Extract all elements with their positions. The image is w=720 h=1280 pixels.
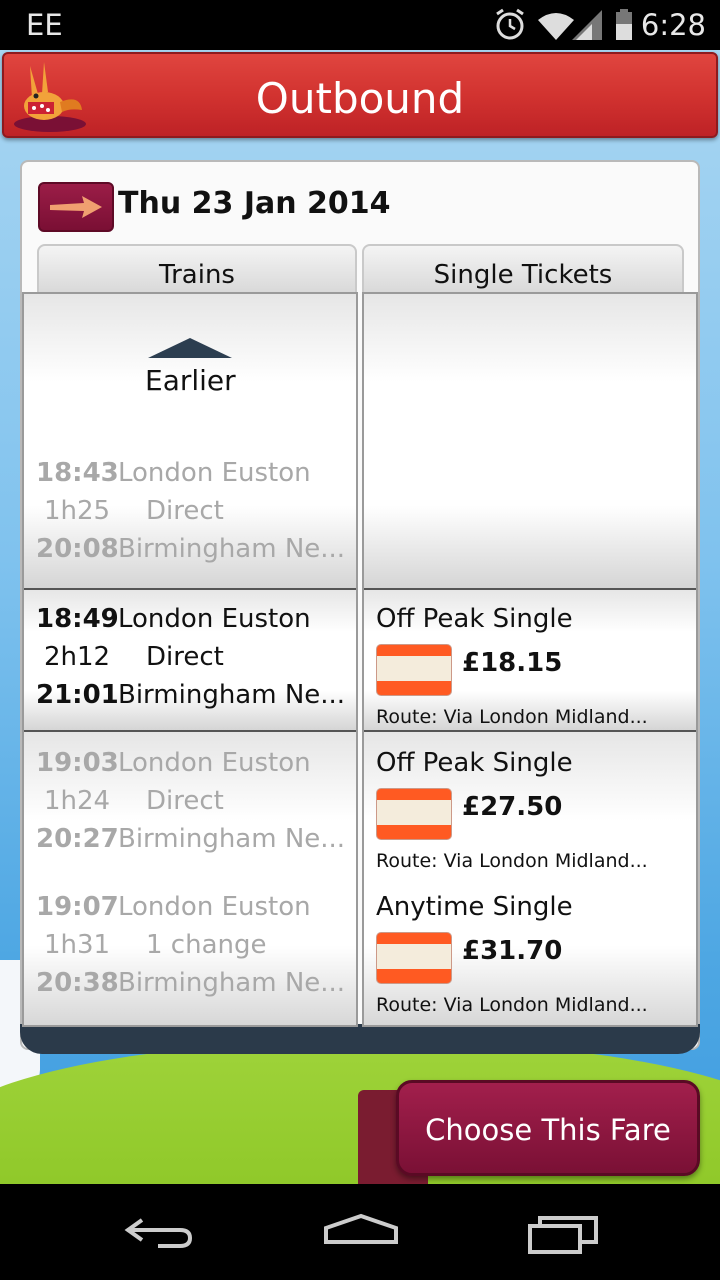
navigation-bar [0, 1184, 720, 1280]
arrive-time: 21:01 [36, 680, 119, 710]
depart-station: London Euston [118, 458, 311, 488]
signal-icon [572, 10, 602, 40]
page-title: Outbound [255, 74, 465, 123]
empty-fare-cell [364, 294, 696, 590]
trains-list[interactable]: Earlier 18:43 London Euston 1h25 Direct 20… [22, 292, 358, 1027]
panel-base [20, 1024, 700, 1054]
depart-station: London Euston [118, 748, 311, 778]
ticket-icon [376, 932, 452, 984]
ticket-icon [376, 788, 452, 840]
depart-time: 19:07 [36, 892, 119, 922]
arrive-time: 20:08 [36, 534, 119, 564]
title-bar: Outbound [2, 52, 718, 138]
battery-icon [616, 9, 632, 40]
home-icon[interactable] [316, 1204, 406, 1260]
duration: 1h24 [43, 786, 111, 816]
chevron-up-icon [148, 338, 232, 358]
duration: 2h12 [43, 642, 111, 672]
arrive-time: 20:38 [36, 968, 119, 998]
changes: Direct [146, 642, 224, 672]
alarm-icon [496, 8, 524, 40]
depart-station: London Euston [118, 892, 311, 922]
tab-trains-label: Trains [159, 260, 235, 290]
ticket-icon [376, 644, 452, 696]
fare-route: Route: Via London Midland... [376, 706, 648, 728]
arrive-station: Birmingham Ne... [118, 824, 346, 854]
status-icons [496, 8, 632, 40]
fare-cell-selected[interactable]: Off Peak Single £18.15 Route: Via London… [364, 590, 696, 732]
fare-price: £31.70 [462, 936, 563, 966]
arrive-station: Birmingham Ne... [118, 968, 346, 998]
arrive-station: Birmingham Ne... [118, 680, 346, 710]
status-bar: EE 6:28 [0, 0, 720, 50]
changes: 1 change [146, 930, 267, 960]
duration: 1h25 [43, 496, 111, 526]
earlier-button[interactable]: Earlier [24, 364, 356, 397]
duration: 1h31 [43, 930, 111, 960]
tab-trains[interactable]: Trains [37, 244, 357, 294]
changes: Direct [146, 496, 224, 526]
depart-time: 19:03 [36, 748, 119, 778]
tab-single-tickets[interactable]: Single Tickets [362, 244, 684, 294]
fare-group: Off Peak Single £27.50 Route: Via London… [364, 732, 696, 1025]
depart-time: 18:43 [36, 458, 119, 488]
depart-station: London Euston [118, 604, 311, 634]
clock: 6:28 [640, 8, 706, 42]
fare-route: Route: Via London Midland... [376, 994, 648, 1016]
earlier-cell[interactable]: Earlier 18:43 London Euston 1h25 Direct 20… [24, 294, 356, 590]
fare-name: Anytime Single [376, 892, 573, 922]
travel-date: Thu 23 Jan 2014 [118, 186, 391, 221]
fare-route: Route: Via London Midland... [376, 850, 648, 872]
arrow-right-icon [50, 196, 102, 218]
wifi-icon [538, 13, 574, 40]
choose-fare-button[interactable]: Choose This Fare [396, 1080, 700, 1176]
tab-tickets-label: Single Tickets [433, 260, 613, 290]
depart-time: 18:49 [36, 604, 119, 634]
tickets-list[interactable]: Off Peak Single £18.15 Route: Via London… [362, 292, 698, 1027]
train-group: 19:03 London Euston 1h24 Direct 20:27 Birmi… [24, 732, 356, 1025]
back-icon[interactable] [114, 1204, 204, 1260]
recent-apps-icon[interactable] [518, 1204, 608, 1260]
fare-name: Off Peak Single [376, 748, 573, 778]
fare-price: £18.15 [462, 648, 563, 678]
arrive-station: Birmingham Ne... [118, 534, 346, 564]
fare-price: £27.50 [462, 792, 563, 822]
fare-name: Off Peak Single [376, 604, 573, 634]
arrive-time: 20:27 [36, 824, 119, 854]
change-date-button[interactable] [38, 182, 114, 232]
changes: Direct [146, 786, 224, 816]
train-row-selected[interactable]: 18:49 London Euston 2h12 Direct 21:01 Birmi… [24, 590, 356, 732]
carrier-label: EE [26, 8, 63, 42]
